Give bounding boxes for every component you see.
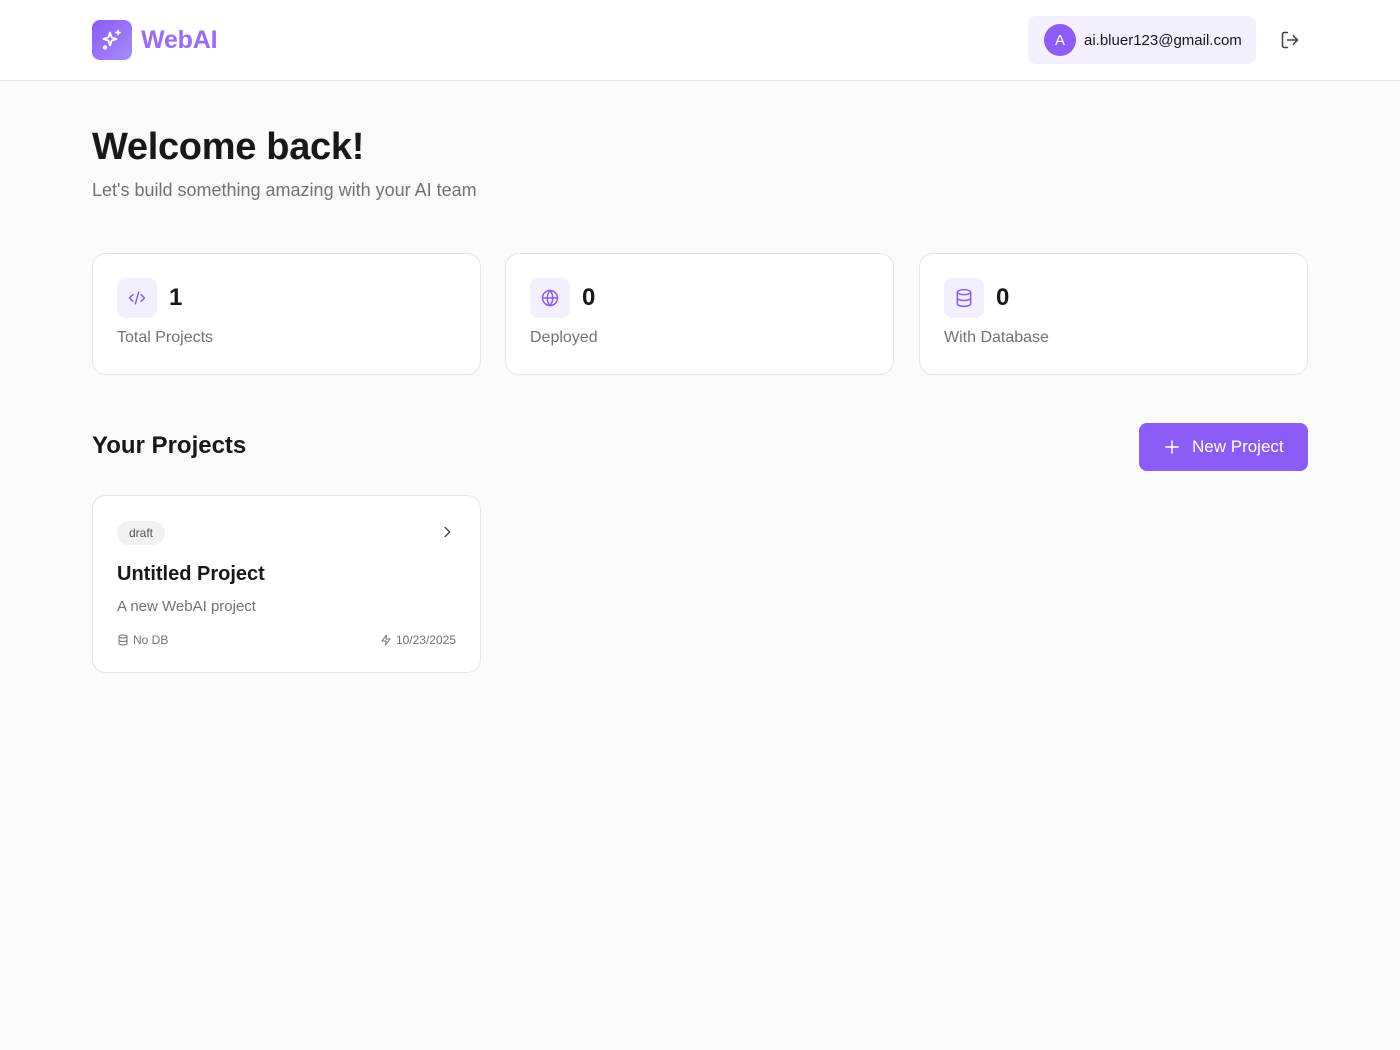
plus-icon <box>1163 438 1181 456</box>
logout-button[interactable] <box>1276 26 1304 54</box>
stat-label: Deployed <box>530 329 598 346</box>
project-db-label: No DB <box>133 633 169 647</box>
brand-name: WebAI <box>141 25 218 54</box>
project-db-status: No DB <box>117 633 168 647</box>
section-title: Your Projects <box>92 432 247 459</box>
project-description: A new WebAI project <box>117 598 256 615</box>
top-header: WebAI A ai.bluer123@gmail.com <box>0 0 1400 81</box>
status-badge: draft <box>117 521 166 545</box>
stat-label: Total Projects <box>117 329 214 346</box>
lightning-icon <box>380 634 392 646</box>
stat-card-deployed: 0 Deployed <box>505 253 894 375</box>
stat-value: 0 <box>996 284 1010 311</box>
page-subtitle: Let's build something amazing with your … <box>92 180 477 200</box>
logout-icon <box>1281 31 1299 49</box>
stat-card-total-projects: 1 Total Projects <box>92 253 481 375</box>
database-icon <box>944 278 984 318</box>
chevron-right-icon[interactable] <box>437 522 457 542</box>
globe-icon <box>530 278 570 318</box>
database-icon <box>117 634 129 646</box>
user-email: ai.bluer123@gmail.com <box>1084 31 1242 49</box>
new-project-button[interactable]: New Project <box>1139 423 1308 471</box>
avatar: A <box>1044 24 1076 56</box>
stat-label: With Database <box>944 329 1049 346</box>
project-date-label: 10/23/2025 <box>395 633 456 647</box>
project-name: Untitled Project <box>117 563 265 585</box>
sparkles-icon <box>92 20 132 60</box>
project-card[interactable]: draft Untitled Project A new WebAI proje… <box>92 495 481 673</box>
code-icon <box>117 278 157 318</box>
stat-value: 0 <box>582 284 596 311</box>
page-title: Welcome back! <box>92 126 365 168</box>
stat-card-with-database: 0 With Database <box>919 253 1308 375</box>
brand-logo[interactable]: WebAI <box>92 20 218 60</box>
user-account-button[interactable]: A ai.bluer123@gmail.com <box>1028 16 1256 64</box>
stat-value: 1 <box>169 284 183 311</box>
project-date: 10/23/2025 <box>380 633 456 647</box>
new-project-label: New Project <box>1192 437 1284 456</box>
